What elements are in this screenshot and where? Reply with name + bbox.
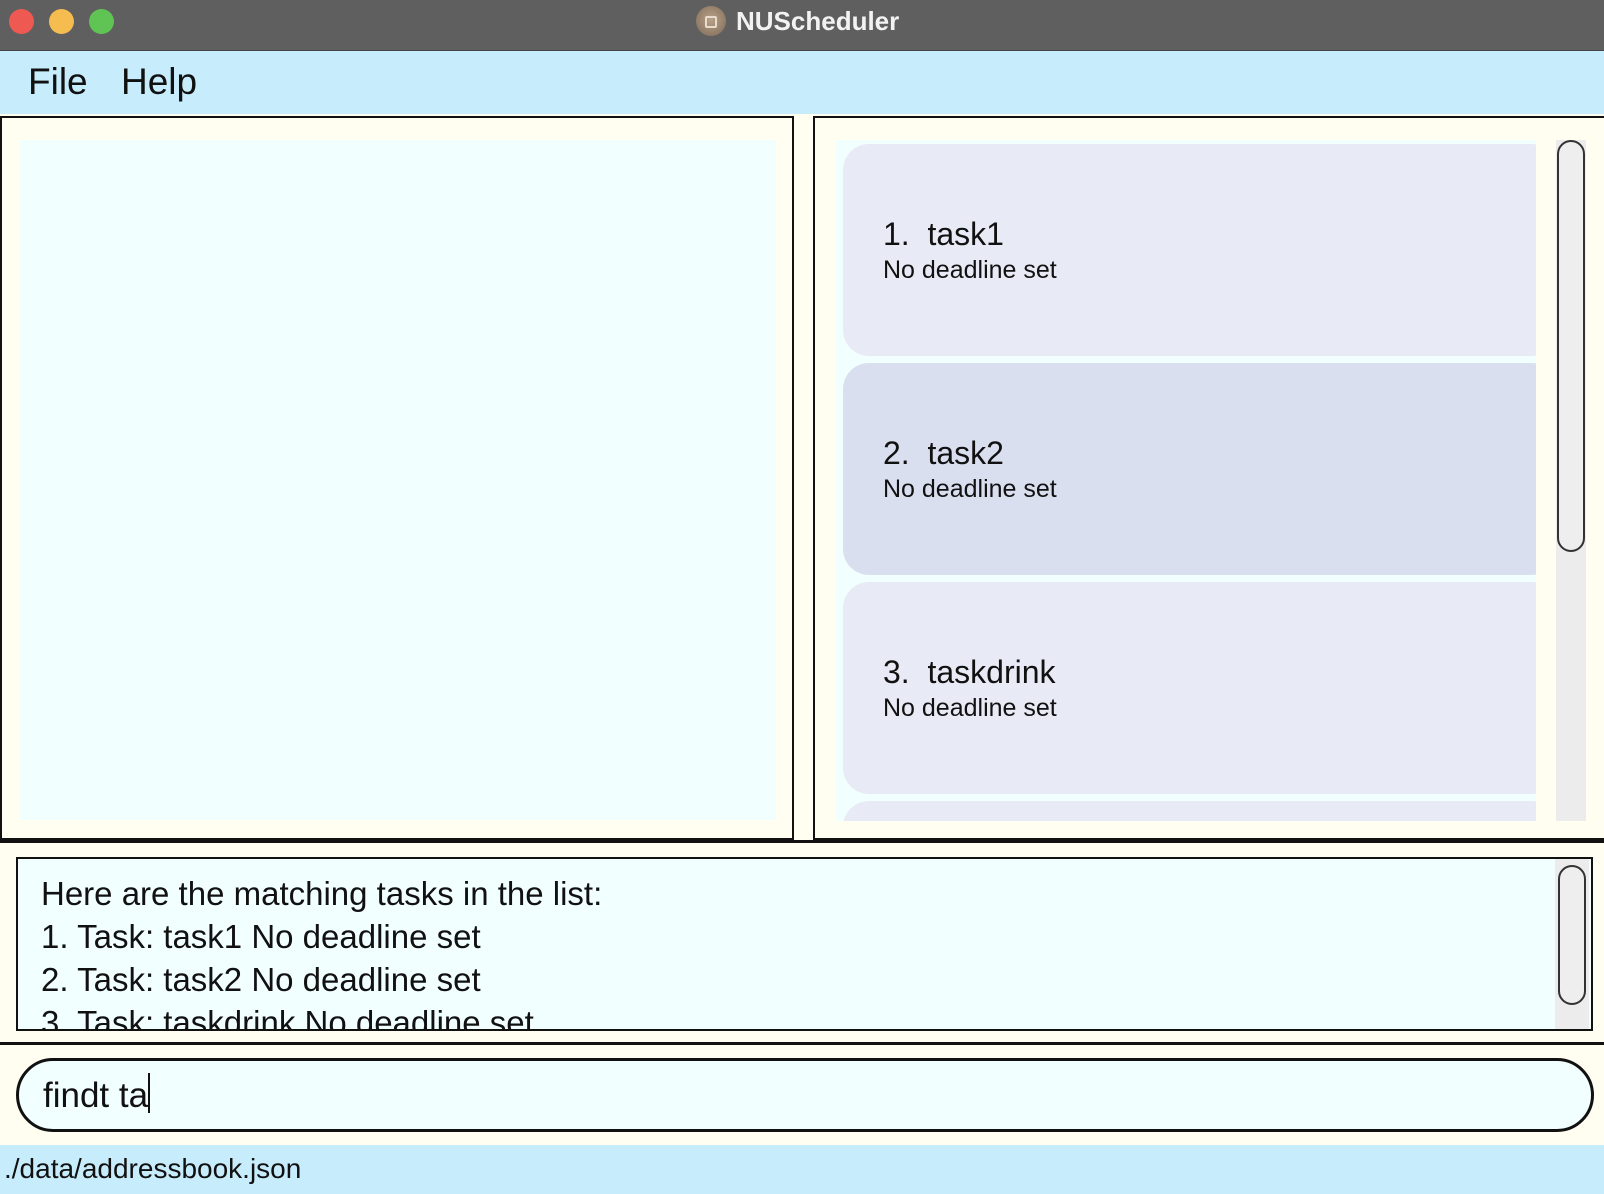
task-title: 2. task2 bbox=[883, 435, 1004, 471]
task-list[interactable]: 1. task1 No deadline set 2. task2 No dea… bbox=[836, 140, 1536, 821]
task-title: 1. task1 bbox=[883, 216, 1004, 252]
result-display[interactable]: Here are the matching tasks in the list:… bbox=[16, 857, 1593, 1031]
save-file-path: ./data/addressbook.json bbox=[4, 1153, 302, 1184]
minimize-window-button[interactable] bbox=[49, 9, 74, 34]
task-card-3[interactable]: 3. taskdrink No deadline set bbox=[843, 582, 1536, 794]
task-list-scrollbar[interactable] bbox=[1556, 140, 1586, 821]
result-line: 3. Task: taskdrink No deadline set bbox=[41, 1004, 534, 1031]
task-card-2[interactable]: 2. task2 No deadline set bbox=[843, 363, 1536, 575]
divider bbox=[0, 1042, 1604, 1045]
menu-bar: File Help bbox=[0, 51, 1604, 114]
task-card-1[interactable]: 1. task1 No deadline set bbox=[843, 144, 1536, 356]
task-deadline: No deadline set bbox=[883, 256, 1057, 284]
app-icon bbox=[696, 6, 726, 36]
task-list-panel: 1. task1 No deadline set 2. task2 No dea… bbox=[813, 116, 1604, 840]
task-deadline: No deadline set bbox=[883, 475, 1057, 503]
result-scrollbar-thumb[interactable] bbox=[1558, 865, 1586, 1005]
result-line: 2. Task: task2 No deadline set bbox=[41, 961, 481, 998]
close-window-button[interactable] bbox=[9, 9, 34, 34]
left-panel bbox=[0, 116, 794, 840]
command-input-text: findt ta bbox=[43, 1073, 151, 1118]
title-bar: NUScheduler bbox=[0, 0, 1604, 51]
maximize-window-button[interactable] bbox=[89, 9, 114, 34]
task-card-partial[interactable] bbox=[843, 801, 1536, 821]
command-input[interactable]: findt ta bbox=[16, 1058, 1594, 1132]
divider bbox=[0, 840, 1604, 843]
text-caret bbox=[148, 1073, 151, 1113]
task-title: 3. taskdrink bbox=[883, 654, 1056, 690]
result-line: Here are the matching tasks in the list: bbox=[41, 875, 603, 912]
task-deadline: No deadline set bbox=[883, 694, 1057, 722]
result-scrollbar[interactable] bbox=[1555, 859, 1589, 1029]
window-title: NUScheduler bbox=[736, 6, 900, 36]
status-bar: ./data/addressbook.json bbox=[0, 1145, 1604, 1194]
left-panel-content bbox=[20, 140, 776, 820]
menu-file[interactable]: File bbox=[28, 59, 88, 105]
command-value: findt ta bbox=[43, 1076, 149, 1115]
result-line: 1. Task: task1 No deadline set bbox=[41, 918, 481, 955]
task-list-scrollbar-thumb[interactable] bbox=[1557, 140, 1585, 552]
menu-help[interactable]: Help bbox=[121, 59, 197, 105]
